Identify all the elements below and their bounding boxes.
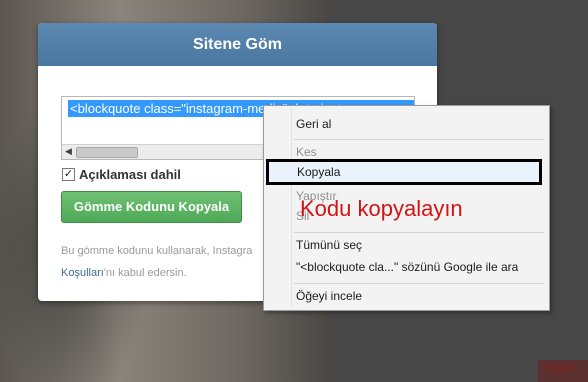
menu-separator [294, 232, 544, 233]
terms-notice-suffix: 'nı kabul edersin. [103, 267, 187, 279]
background-corner-text: Uygun [544, 362, 576, 374]
terms-notice: Bu gömme kodunu kullanarak, Instagra Koş… [61, 240, 281, 284]
terms-notice-line1: Bu gömme kodunu kullanarak, Instagra [61, 245, 253, 257]
dialog-title: Sitene Göm [38, 23, 437, 66]
include-caption-label: Açıklaması dahil [79, 166, 181, 182]
terms-notice-line2: Koşulları'nı kabul edersin. [61, 262, 281, 284]
menu-item-search-google[interactable]: "<blockquote cla..." sözünü Google ile a… [296, 257, 518, 277]
menu-item-select-all[interactable]: Tümünü seç [296, 235, 362, 255]
menu-separator [294, 139, 544, 140]
menu-item-undo[interactable]: Geri al [296, 114, 331, 134]
scroll-left-icon[interactable]: ◀ [65, 146, 72, 157]
menu-item-inspect[interactable]: Öğeyi incele [296, 286, 362, 306]
background-corner-button: Uygun [538, 360, 588, 382]
include-caption-checkbox[interactable]: ✓ [62, 167, 75, 181]
terms-link[interactable]: Koşulları [61, 267, 104, 279]
copy-highlight-box: Kopyala [266, 159, 542, 185]
instruction-annotation: Kodu kopyalayın [300, 196, 463, 221]
menu-separator [294, 283, 544, 284]
include-caption-row[interactable]: ✓ Açıklaması dahil [62, 165, 181, 183]
context-menu-gutter [291, 108, 292, 306]
copy-embed-code-button[interactable]: Gömme Kodunu Kopyala [61, 191, 242, 223]
menu-item-copy[interactable]: Kopyala [297, 163, 340, 181]
scroll-thumb[interactable] [76, 147, 138, 158]
